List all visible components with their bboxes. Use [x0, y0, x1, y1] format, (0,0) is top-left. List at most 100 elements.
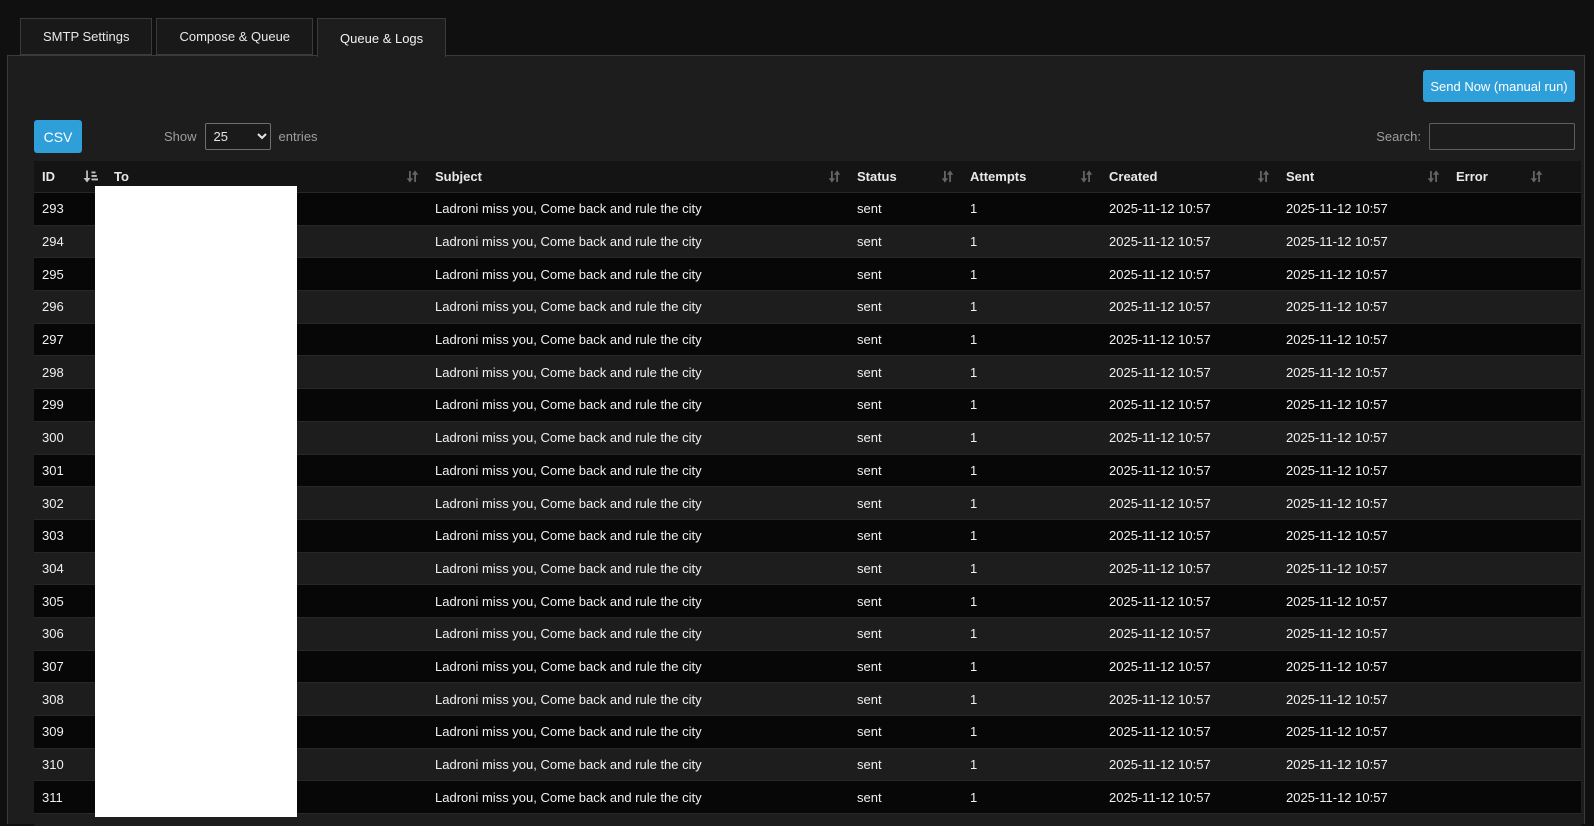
cell-attempts: 1	[970, 332, 978, 348]
cell-subject: Ladroni miss you, Come back and rule the…	[435, 332, 702, 348]
cell-subject: Ladroni miss you, Come back and rule the…	[435, 626, 702, 642]
sort-both-icon	[1080, 170, 1093, 183]
column-label: Attempts	[970, 169, 1027, 184]
cell-error	[1448, 618, 1581, 650]
cell-error	[1448, 520, 1581, 552]
cell-subject: Ladroni miss you, Come back and rule the…	[435, 299, 702, 315]
send-now-button[interactable]: Send Now (manual run)	[1423, 70, 1575, 102]
sort-both-icon	[406, 170, 419, 183]
cell-attempts: 1	[970, 593, 978, 609]
tab-bar: SMTP Settings Compose & Queue Queue & Logs	[20, 18, 450, 57]
cell-created: 2025-11-12 10:57	[1109, 528, 1211, 544]
cell-created: 2025-11-12 10:57	[1109, 201, 1211, 217]
cell-created: 2025-11-12 10:57	[1109, 626, 1211, 642]
redaction-overlay	[95, 186, 297, 817]
sort-both-icon	[828, 170, 841, 183]
cell-attempts: 1	[970, 495, 978, 511]
cell-subject: Ladroni miss you, Come back and rule the…	[435, 658, 702, 674]
sort-both-icon	[941, 170, 954, 183]
cell-error	[1448, 226, 1581, 258]
search-control: Search:	[1376, 120, 1575, 153]
cell-attempts: 1	[970, 430, 978, 446]
cell-sent: 2025-11-12 10:57	[1286, 724, 1388, 740]
column-header-status[interactable]: Status	[849, 161, 962, 192]
cell-created: 2025-11-12 10:57	[1109, 266, 1211, 282]
cell-attempts: 1	[970, 364, 978, 380]
cell-sent: 2025-11-12 10:57	[1286, 658, 1388, 674]
show-label: Show	[164, 129, 197, 144]
cell-status: sent	[857, 593, 882, 609]
cell-attempts: 1	[970, 626, 978, 642]
cell-sent: 2025-11-12 10:57	[1286, 789, 1388, 805]
cell-status: sent	[857, 724, 882, 740]
search-label: Search:	[1376, 129, 1421, 144]
search-input[interactable]	[1429, 123, 1575, 150]
cell-created: 2025-11-12 10:57	[1109, 234, 1211, 250]
sort-ascending-icon	[83, 170, 98, 183]
cell-status: sent	[857, 201, 882, 217]
cell-sent: 2025-11-12 10:57	[1286, 593, 1388, 609]
cell-subject: Ladroni miss you, Come back and rule the…	[435, 266, 702, 282]
sort-both-icon	[1427, 170, 1440, 183]
cell-attempts: 1	[970, 234, 978, 250]
cell-error	[1448, 683, 1581, 715]
column-header-attempts[interactable]: Attempts	[962, 161, 1101, 192]
cell-sent: 2025-11-12 10:57	[1286, 757, 1388, 773]
cell-subject: Ladroni miss you, Come back and rule the…	[435, 495, 702, 511]
cell-subject: Ladroni miss you, Come back and rule the…	[435, 234, 702, 250]
cell-subject: Ladroni miss you, Come back and rule the…	[435, 397, 702, 413]
sort-both-icon	[1257, 170, 1270, 183]
csv-export-button[interactable]: CSV	[34, 120, 82, 153]
column-label: Error	[1456, 169, 1488, 184]
cell-sent: 2025-11-12 10:57	[1286, 462, 1388, 478]
cell-attempts: 1	[970, 658, 978, 674]
page-length-select[interactable]: 25	[204, 123, 271, 150]
cell-status: sent	[857, 430, 882, 446]
cell-status: sent	[857, 332, 882, 348]
column-header-error[interactable]: Error	[1448, 161, 1581, 192]
cell-status: sent	[857, 234, 882, 250]
cell-attempts: 1	[970, 462, 978, 478]
cell-attempts: 1	[970, 560, 978, 576]
cell-subject: Ladroni miss you, Come back and rule the…	[435, 430, 702, 446]
column-header-created[interactable]: Created	[1101, 161, 1278, 192]
cell-sent: 2025-11-12 10:57	[1286, 397, 1388, 413]
cell-subject: Ladroni miss you, Come back and rule the…	[435, 201, 702, 217]
cell-sent: 2025-11-12 10:57	[1286, 299, 1388, 315]
cell-created: 2025-11-12 10:57	[1109, 495, 1211, 511]
cell-error	[1448, 651, 1581, 683]
cell-attempts: 1	[970, 528, 978, 544]
cell-sent: 2025-11-12 10:57	[1286, 332, 1388, 348]
cell-attempts: 1	[970, 397, 978, 413]
cell-error	[1448, 193, 1581, 225]
column-header-subject[interactable]: Subject	[427, 161, 849, 192]
column-label: Sent	[1286, 169, 1315, 184]
cell-error	[1448, 585, 1581, 617]
cell-sent: 2025-11-12 10:57	[1286, 495, 1388, 511]
cell-created: 2025-11-12 10:57	[1109, 789, 1211, 805]
cell-status: sent	[857, 364, 882, 380]
cell-sent: 2025-11-12 10:57	[1286, 430, 1388, 446]
column-header-sent[interactable]: Sent	[1278, 161, 1448, 192]
cell-status: sent	[857, 691, 882, 707]
cell-error	[1448, 258, 1581, 290]
cell-attempts: 1	[970, 201, 978, 217]
cell-subject: Ladroni miss you, Come back and rule the…	[435, 364, 702, 380]
cell-status: sent	[857, 462, 882, 478]
cell-subject: Ladroni miss you, Come back and rule the…	[435, 528, 702, 544]
cell-error	[1448, 356, 1581, 388]
cell-sent: 2025-11-12 10:57	[1286, 626, 1388, 642]
cell-status: sent	[857, 266, 882, 282]
tab-compose-queue[interactable]: Compose & Queue	[156, 18, 314, 55]
cell-subject: Ladroni miss you, Come back and rule the…	[435, 560, 702, 576]
cell-sent: 2025-11-12 10:57	[1286, 234, 1388, 250]
cell-created: 2025-11-12 10:57	[1109, 691, 1211, 707]
cell-created: 2025-11-12 10:57	[1109, 757, 1211, 773]
cell-created: 2025-11-12 10:57	[1109, 593, 1211, 609]
cell-status: sent	[857, 299, 882, 315]
cell-subject: Ladroni miss you, Come back and rule the…	[435, 462, 702, 478]
cell-status: sent	[857, 789, 882, 805]
tab-queue-logs[interactable]: Queue & Logs	[317, 18, 447, 57]
tab-smtp-settings[interactable]: SMTP Settings	[20, 18, 153, 55]
column-label: Status	[857, 169, 897, 184]
